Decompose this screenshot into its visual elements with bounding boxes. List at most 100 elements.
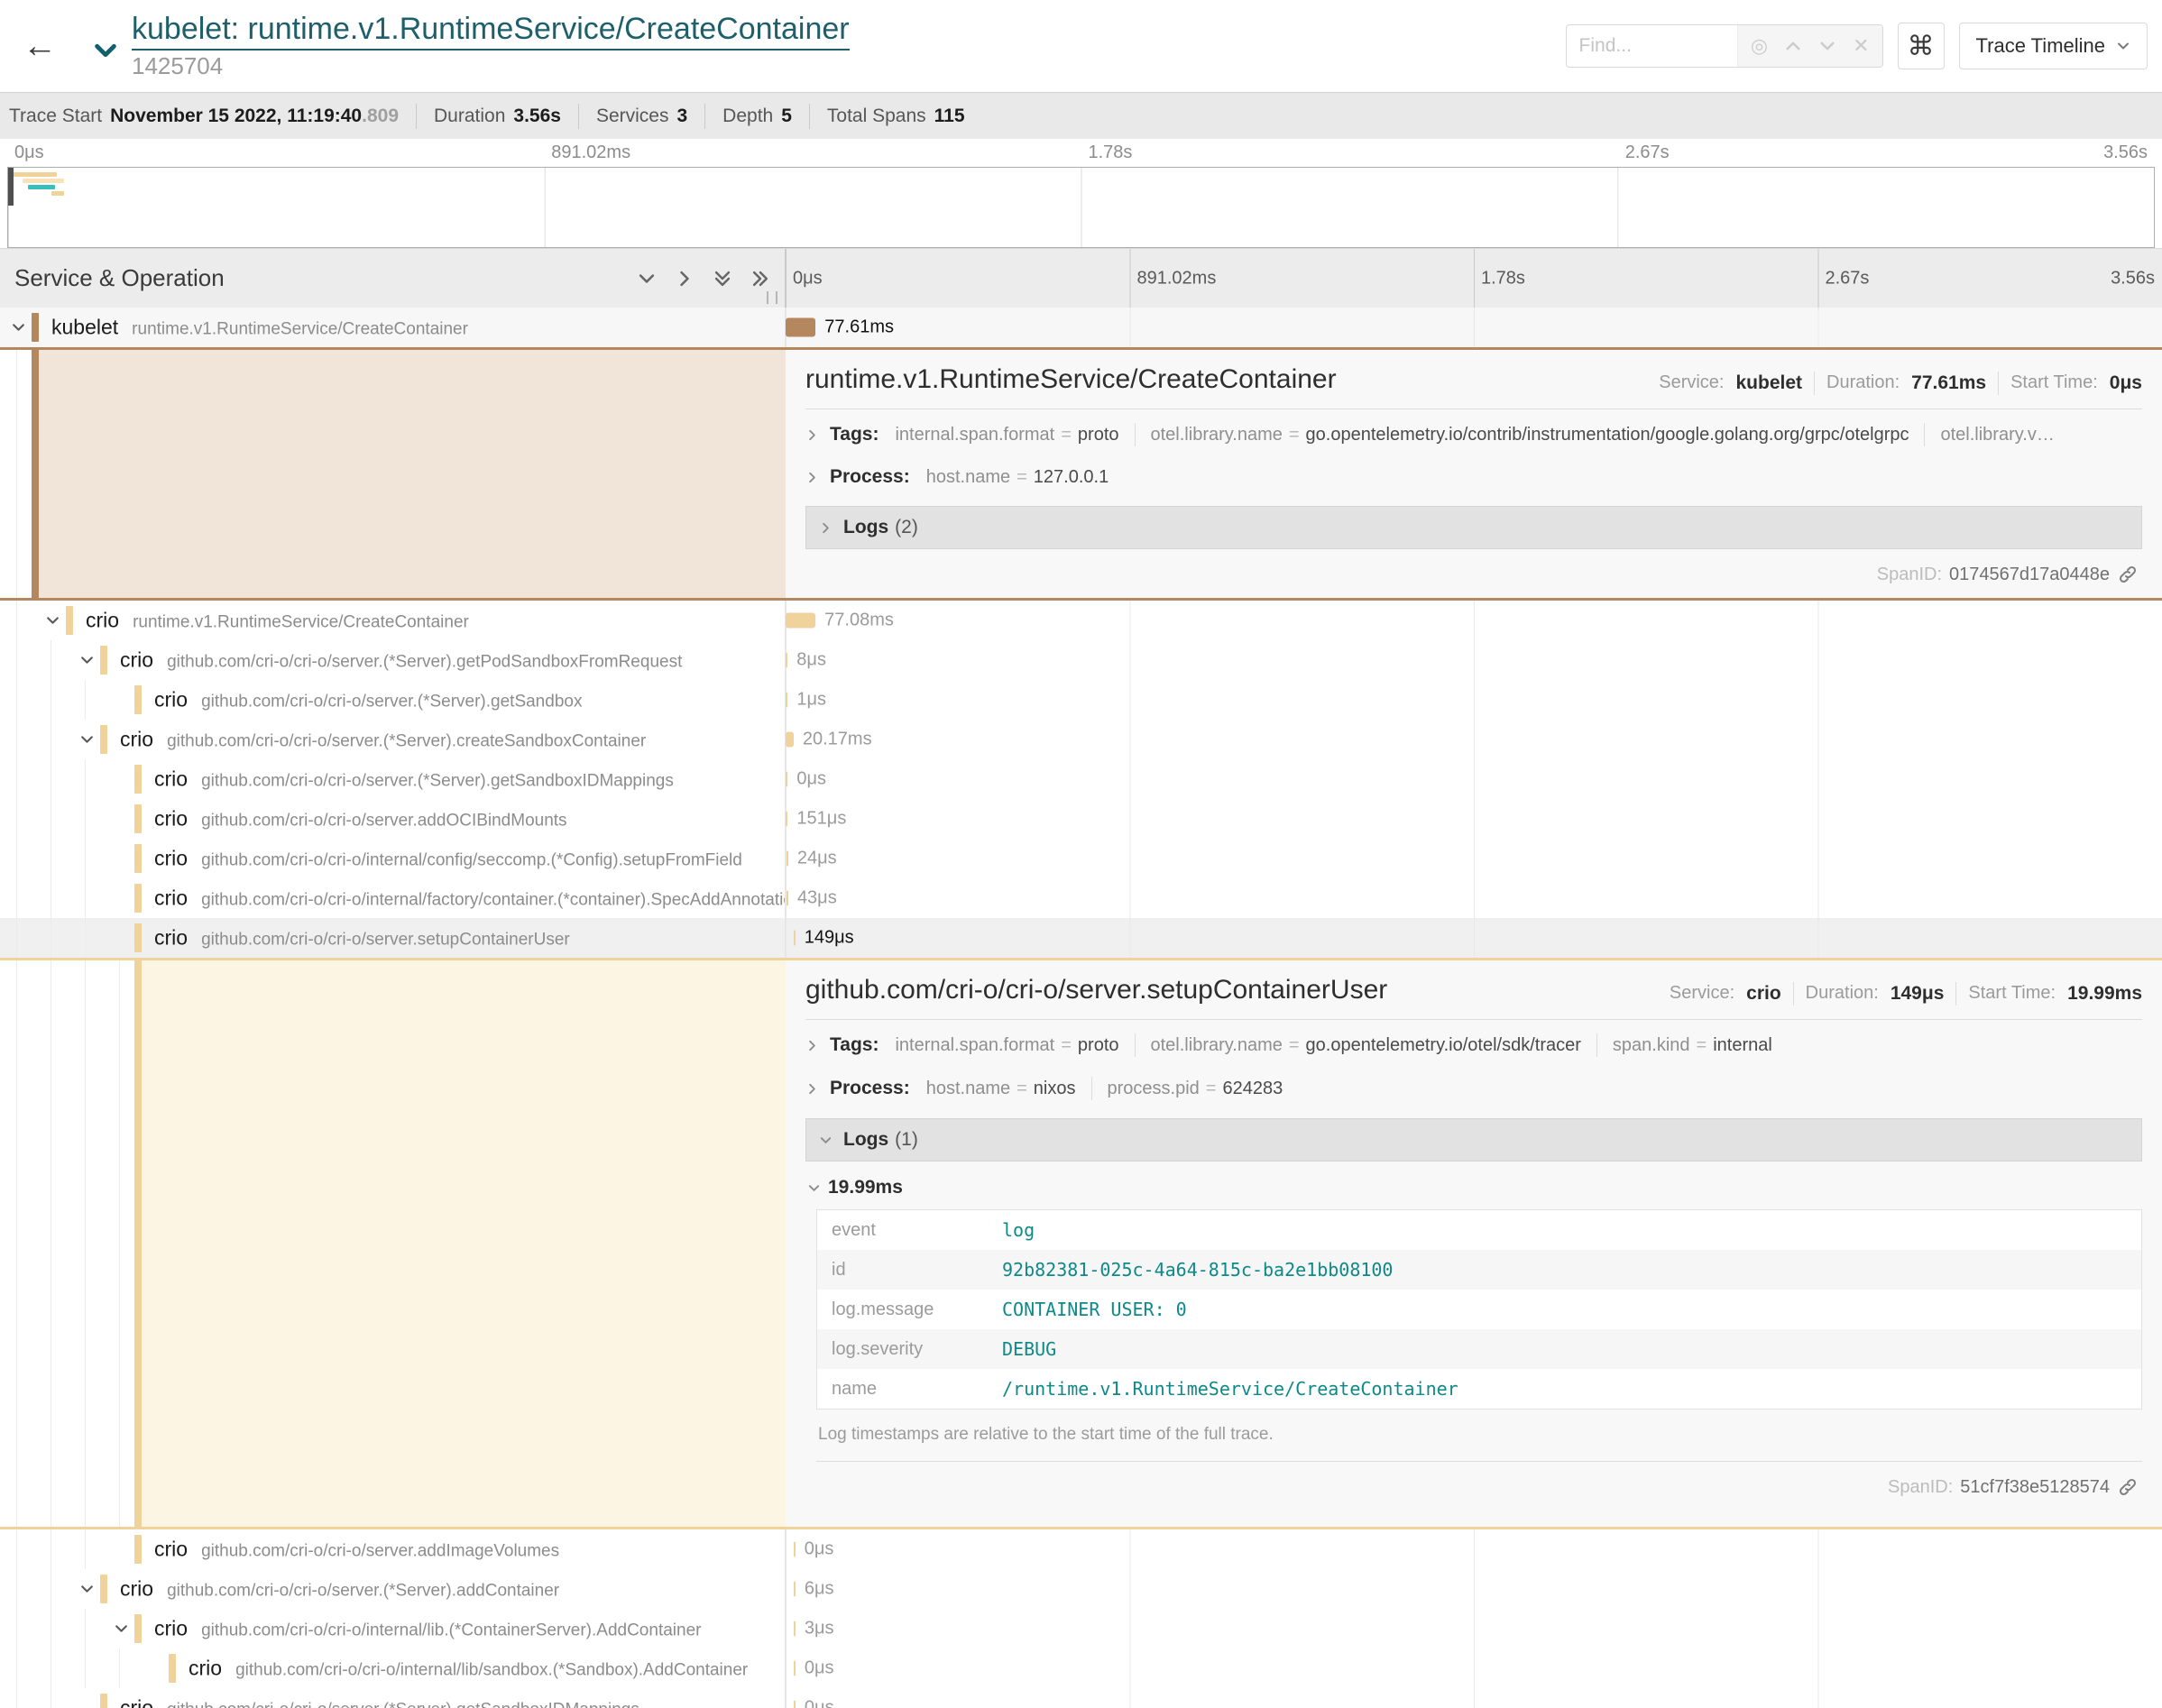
link-icon[interactable] xyxy=(2117,564,2139,585)
span-timeline-cell[interactable]: 1μs xyxy=(786,680,2162,720)
span-duration-bar[interactable] xyxy=(786,693,787,708)
span-row[interactable]: criogithub.com/cri-o/cri-o/server.(*Serv… xyxy=(0,759,2162,799)
process-accordion[interactable]: Process: host.name=nixosprocess.pid=6242… xyxy=(805,1067,2142,1110)
service-name[interactable]: crio xyxy=(154,847,188,870)
locate-icon[interactable]: ◎ xyxy=(1751,36,1768,56)
service-name[interactable]: crio xyxy=(120,1696,153,1708)
span-row[interactable]: criogithub.com/cri-o/cri-o/internal/lib.… xyxy=(0,1609,2162,1648)
link-icon[interactable] xyxy=(2117,1476,2139,1498)
span-duration-bar[interactable] xyxy=(786,812,787,827)
expand-chevron-icon[interactable] xyxy=(7,320,29,335)
span-row[interactable]: criogithub.com/cri-o/cri-o/internal/fact… xyxy=(0,878,2162,918)
span-duration-bar[interactable] xyxy=(786,772,787,787)
service-name[interactable]: crio xyxy=(154,886,188,910)
span-row[interactable]: criogithub.com/cri-o/cri-o/server.addIma… xyxy=(0,1529,2162,1569)
span-name-cell[interactable]: kubeletruntime.v1.RuntimeService/CreateC… xyxy=(0,308,786,347)
chevron-up-icon[interactable] xyxy=(1784,37,1802,55)
span-row[interactable]: criogithub.com/cri-o/cri-o/server.(*Serv… xyxy=(0,1688,2162,1708)
span-row[interactable]: criogithub.com/cri-o/cri-o/server.setupC… xyxy=(0,918,2162,960)
span-name-cell[interactable]: criogithub.com/cri-o/cri-o/server.(*Serv… xyxy=(0,1569,786,1609)
span-name-cell[interactable]: criogithub.com/cri-o/cri-o/server.(*Serv… xyxy=(0,720,786,759)
span-row[interactable]: criogithub.com/cri-o/cri-o/internal/conf… xyxy=(0,839,2162,878)
expand-chevron-icon[interactable] xyxy=(110,1621,132,1637)
span-duration-bar[interactable] xyxy=(787,891,788,906)
span-duration-bar[interactable] xyxy=(787,851,788,867)
column-resizer-handle[interactable] xyxy=(767,291,777,304)
span-name-cell[interactable]: criogithub.com/cri-o/cri-o/internal/conf… xyxy=(0,839,786,878)
service-name[interactable]: crio xyxy=(120,1577,153,1601)
log-entry-toggle[interactable]: 19.99ms xyxy=(807,1177,2142,1198)
find-input[interactable] xyxy=(1567,25,1737,67)
clear-search-icon[interactable]: ✕ xyxy=(1853,36,1869,56)
span-name-cell[interactable]: criogithub.com/cri-o/cri-o/server.addIma… xyxy=(0,1529,786,1569)
tags-accordion[interactable]: Tags: internal.span.format=protootel.lib… xyxy=(805,1024,2142,1067)
span-row[interactable]: criogithub.com/cri-o/cri-o/server.(*Serv… xyxy=(0,1569,2162,1609)
span-timeline-cell[interactable]: 0μs xyxy=(786,1648,2162,1688)
span-timeline-cell[interactable]: 3μs xyxy=(786,1609,2162,1648)
service-name[interactable]: crio xyxy=(154,1538,188,1561)
span-row[interactable]: criogithub.com/cri-o/cri-o/server.(*Serv… xyxy=(0,720,2162,759)
expand-chevron-icon[interactable] xyxy=(41,613,63,629)
collapse-header-chevron-icon[interactable] xyxy=(92,37,119,64)
minimap-canvas[interactable] xyxy=(7,167,2155,248)
span-name-cell[interactable]: criogithub.com/cri-o/cri-o/server.(*Serv… xyxy=(0,640,786,680)
service-name[interactable]: crio xyxy=(120,648,153,672)
span-duration-bar[interactable] xyxy=(794,1582,796,1597)
expand-chevron-icon[interactable] xyxy=(76,732,97,748)
span-name-cell[interactable]: criogithub.com/cri-o/cri-o/server.(*Serv… xyxy=(0,759,786,799)
span-row[interactable]: criogithub.com/cri-o/cri-o/server.(*Serv… xyxy=(0,640,2162,680)
trace-title-link[interactable]: kubelet: runtime.v1.RuntimeService/Creat… xyxy=(132,13,850,51)
span-duration-bar[interactable] xyxy=(794,1542,796,1557)
span-duration-bar[interactable] xyxy=(794,1661,796,1676)
chevron-right-icon[interactable] xyxy=(675,269,695,289)
span-name-cell[interactable]: criogithub.com/cri-o/cri-o/internal/lib.… xyxy=(0,1609,786,1648)
span-timeline-cell[interactable]: 0μs xyxy=(786,759,2162,799)
service-name[interactable]: crio xyxy=(86,609,119,632)
keyboard-shortcuts-button[interactable]: ⌘ xyxy=(1898,23,1945,69)
logs-accordion[interactable]: Logs (1) xyxy=(805,1118,2142,1162)
span-duration-bar[interactable] xyxy=(786,613,815,629)
span-duration-bar[interactable] xyxy=(794,1701,796,1708)
service-name[interactable]: crio xyxy=(154,688,188,712)
span-row[interactable]: criogithub.com/cri-o/cri-o/server.addOCI… xyxy=(0,799,2162,839)
span-name-cell[interactable]: criogithub.com/cri-o/cri-o/internal/fact… xyxy=(0,878,786,918)
span-name-cell[interactable]: criogithub.com/cri-o/cri-o/server.addOCI… xyxy=(0,799,786,839)
double-chevron-down-icon[interactable] xyxy=(713,269,732,289)
span-duration-bar[interactable] xyxy=(794,931,796,946)
span-timeline-cell[interactable]: 43μs xyxy=(786,878,2162,918)
span-timeline-cell[interactable]: 0μs xyxy=(786,1529,2162,1569)
span-timeline-cell[interactable]: 77.08ms xyxy=(786,601,2162,640)
span-name-cell[interactable]: criogithub.com/cri-o/cri-o/internal/lib/… xyxy=(0,1648,786,1688)
span-timeline-cell[interactable]: 20.17ms xyxy=(786,720,2162,759)
logs-accordion[interactable]: Logs (2) xyxy=(805,506,2142,549)
span-row[interactable]: criogithub.com/cri-o/cri-o/internal/lib/… xyxy=(0,1648,2162,1688)
span-row[interactable]: kubeletruntime.v1.RuntimeService/CreateC… xyxy=(0,308,2162,350)
service-name[interactable]: crio xyxy=(154,1617,188,1640)
chevron-down-icon[interactable] xyxy=(1818,37,1836,55)
span-timeline-cell[interactable]: 149μs xyxy=(786,918,2162,958)
service-name[interactable]: crio xyxy=(154,807,188,831)
double-chevron-right-icon[interactable] xyxy=(750,269,770,289)
span-duration-bar[interactable] xyxy=(794,1621,796,1637)
span-duration-bar[interactable] xyxy=(786,318,815,337)
span-name-cell[interactable]: criogithub.com/cri-o/cri-o/server.setupC… xyxy=(0,918,786,958)
span-timeline-cell[interactable]: 24μs xyxy=(786,839,2162,878)
span-timeline-cell[interactable]: 151μs xyxy=(786,799,2162,839)
expand-chevron-icon[interactable] xyxy=(76,1582,97,1597)
service-name[interactable]: crio xyxy=(189,1657,222,1680)
span-timeline-cell[interactable]: 6μs xyxy=(786,1569,2162,1609)
chevron-down-icon[interactable] xyxy=(637,269,657,289)
back-arrow-icon[interactable]: ← xyxy=(14,27,65,66)
tags-accordion[interactable]: Tags: internal.span.format=protootel.lib… xyxy=(805,413,2142,456)
span-row[interactable]: crioruntime.v1.RuntimeService/CreateCont… xyxy=(0,601,2162,640)
span-duration-bar[interactable] xyxy=(786,732,794,748)
span-name-cell[interactable]: crioruntime.v1.RuntimeService/CreateCont… xyxy=(0,601,786,640)
span-timeline-cell[interactable]: 0μs xyxy=(786,1688,2162,1708)
service-name[interactable]: crio xyxy=(154,926,188,950)
expand-chevron-icon[interactable] xyxy=(76,653,97,668)
span-timeline-cell[interactable]: 8μs xyxy=(786,640,2162,680)
span-duration-bar[interactable] xyxy=(786,653,787,668)
span-name-cell[interactable]: criogithub.com/cri-o/cri-o/server.(*Serv… xyxy=(0,1688,786,1708)
trace-view-selector[interactable]: Trace Timeline xyxy=(1959,23,2148,69)
span-name-cell[interactable]: criogithub.com/cri-o/cri-o/server.(*Serv… xyxy=(0,680,786,720)
